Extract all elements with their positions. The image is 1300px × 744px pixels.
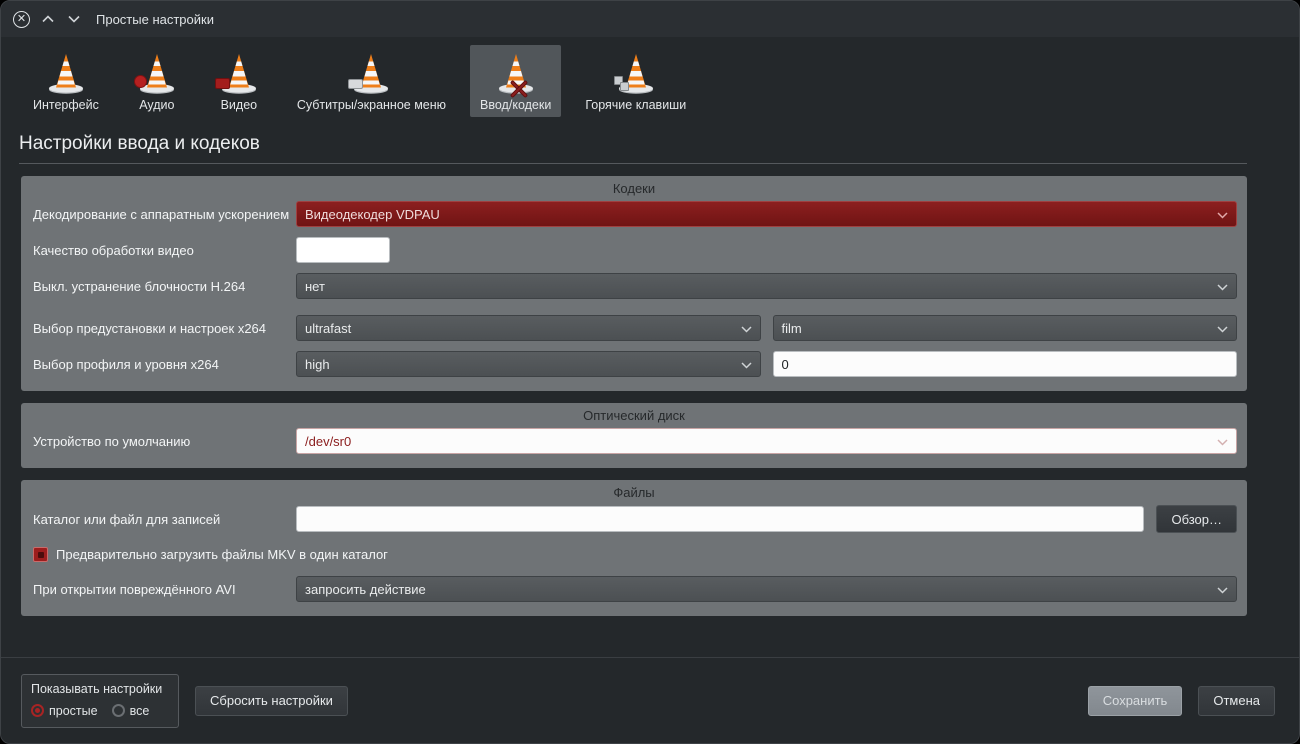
- x264-preset-value: ultrafast: [305, 321, 351, 336]
- hw-decoding-label: Декодирование с аппаратным ускорением: [31, 207, 296, 222]
- x264-profile-label: Выбор профиля и уровня x264: [31, 357, 296, 372]
- show-settings-groupbox: Показывать настройки простые все: [21, 674, 179, 728]
- chevron-down-icon: [1217, 321, 1228, 336]
- show-settings-title: Показывать настройки: [31, 682, 169, 696]
- row-h264-deblock: Выкл. устранение блочности H.264 нет: [31, 273, 1237, 299]
- h264-deblock-dropdown[interactable]: нет: [296, 273, 1237, 299]
- window-title: Простые настройки: [96, 12, 214, 27]
- row-video-quality: Качество обработки видео ▲ ▼: [31, 237, 1237, 263]
- vlc-cone-hotkeys-icon: [612, 51, 660, 95]
- vlc-cone-subtitles-icon: [347, 51, 395, 95]
- tab-video[interactable]: Видео: [205, 45, 273, 117]
- heading-divider: [19, 163, 1247, 164]
- footer-bar: Показывать настройки простые все Сбросит…: [1, 657, 1299, 743]
- vlc-cone-interface-icon: [42, 51, 90, 95]
- chevron-down-icon[interactable]: [66, 11, 82, 27]
- chevron-down-icon: [1217, 279, 1228, 294]
- chevron-down-icon: [1217, 434, 1228, 449]
- vlc-cone-audio-icon: [133, 51, 181, 95]
- video-quality-label: Качество обработки видео: [31, 243, 296, 258]
- tab-interface[interactable]: Интерфейс: [23, 45, 109, 117]
- tab-label: Ввод/кодеки: [480, 98, 551, 112]
- vlc-cone-input-codecs-icon: [492, 51, 540, 95]
- category-toolbar: Интерфейс Аудио Видео Субтитры/экранное …: [1, 37, 1299, 123]
- page-title: Настройки ввода и кодеков: [19, 133, 1299, 155]
- row-default-device: Устройство по умолчанию /dev/sr0: [31, 428, 1237, 454]
- save-button[interactable]: Сохранить: [1088, 686, 1183, 716]
- damaged-avi-label: При открытии повреждённого AVI: [31, 582, 296, 597]
- x264-tune-value: film: [782, 321, 802, 336]
- row-x264-profile: Выбор профиля и уровня x264 high: [31, 351, 1237, 377]
- default-device-combobox[interactable]: /dev/sr0: [296, 428, 1237, 454]
- default-device-value: /dev/sr0: [305, 434, 351, 449]
- chevron-down-icon: [1217, 582, 1228, 597]
- tab-subtitles-osd[interactable]: Субтитры/экранное меню: [287, 45, 456, 117]
- radio-selected-icon: [31, 704, 44, 717]
- settings-scroll-area: Кодеки Декодирование с аппаратным ускоре…: [1, 174, 1299, 616]
- damaged-avi-dropdown[interactable]: запросить действие: [296, 576, 1237, 602]
- groupbox-files: Файлы Каталог или файл для записей Обзор…: [21, 480, 1247, 616]
- tab-label: Аудио: [139, 98, 174, 112]
- mkv-preload-checkbox[interactable]: [33, 547, 48, 562]
- radio-simple-label: простые: [49, 704, 98, 718]
- groupbox-optical-disc-title: Оптический диск: [21, 408, 1247, 423]
- cancel-button[interactable]: Отмена: [1198, 686, 1275, 716]
- h264-deblock-label: Выкл. устранение блочности H.264: [31, 279, 296, 294]
- hw-decoding-dropdown[interactable]: Видеодекодер VDPAU: [296, 201, 1237, 227]
- tab-audio[interactable]: Аудио: [123, 45, 191, 117]
- tab-label: Горячие клавиши: [585, 98, 686, 112]
- radio-all-label: все: [130, 704, 150, 718]
- vlc-cone-video-icon: [215, 51, 263, 95]
- x264-preset-label: Выбор предустановки и настроек x264: [31, 321, 296, 336]
- default-device-label: Устройство по умолчанию: [31, 434, 296, 449]
- tab-hotkeys[interactable]: Горячие клавиши: [575, 45, 696, 117]
- radio-unselected-icon: [112, 704, 125, 717]
- x264-tune-dropdown[interactable]: film: [773, 315, 1238, 341]
- damaged-avi-value: запросить действие: [305, 582, 426, 597]
- x264-preset-dropdown[interactable]: ultrafast: [296, 315, 761, 341]
- radio-all-settings[interactable]: все: [112, 704, 150, 718]
- chevron-up-icon[interactable]: [40, 11, 56, 27]
- mkv-preload-label: Предварительно загрузить файлы MKV в оди…: [56, 547, 388, 562]
- close-icon[interactable]: ✕: [13, 11, 30, 28]
- video-quality-stepper[interactable]: ▲ ▼: [296, 237, 390, 263]
- vlc-simple-preferences-window: ✕ Простые настройки Интерфейс Аудио Виде…: [0, 0, 1300, 744]
- row-damaged-avi: При открытии повреждённого AVI запросить…: [31, 576, 1237, 602]
- row-hw-decoding: Декодирование с аппаратным ускорением Ви…: [31, 201, 1237, 227]
- record-path-input[interactable]: [296, 506, 1144, 532]
- groupbox-files-title: Файлы: [21, 485, 1247, 500]
- video-quality-input[interactable]: [297, 238, 390, 262]
- chevron-down-icon: [741, 321, 752, 336]
- radio-simple-settings[interactable]: простые: [31, 704, 98, 718]
- groupbox-codecs: Кодеки Декодирование с аппаратным ускоре…: [21, 176, 1247, 391]
- reset-settings-button[interactable]: Сбросить настройки: [195, 686, 348, 716]
- row-mkv-preload: Предварительно загрузить файлы MKV в оди…: [33, 547, 1237, 562]
- chevron-down-icon: [1217, 207, 1228, 222]
- tab-label: Видео: [221, 98, 258, 112]
- x264-level-input[interactable]: [773, 351, 1238, 377]
- groupbox-codecs-title: Кодеки: [21, 181, 1247, 196]
- x264-profile-value: high: [305, 357, 330, 372]
- browse-button[interactable]: Обзор…: [1156, 505, 1237, 533]
- chevron-down-icon: [741, 357, 752, 372]
- x264-profile-dropdown[interactable]: high: [296, 351, 761, 377]
- h264-deblock-value: нет: [305, 279, 325, 294]
- row-record-path: Каталог или файл для записей Обзор…: [31, 505, 1237, 533]
- titlebar: ✕ Простые настройки: [1, 1, 1299, 37]
- record-path-label: Каталог или файл для записей: [31, 512, 296, 527]
- groupbox-optical-disc: Оптический диск Устройство по умолчанию …: [21, 403, 1247, 468]
- hw-decoding-value: Видеодекодер VDPAU: [305, 207, 440, 222]
- row-x264-preset: Выбор предустановки и настроек x264 ultr…: [31, 315, 1237, 341]
- tab-input-codecs[interactable]: Ввод/кодеки: [470, 45, 561, 117]
- tab-label: Субтитры/экранное меню: [297, 98, 446, 112]
- tab-label: Интерфейс: [33, 98, 99, 112]
